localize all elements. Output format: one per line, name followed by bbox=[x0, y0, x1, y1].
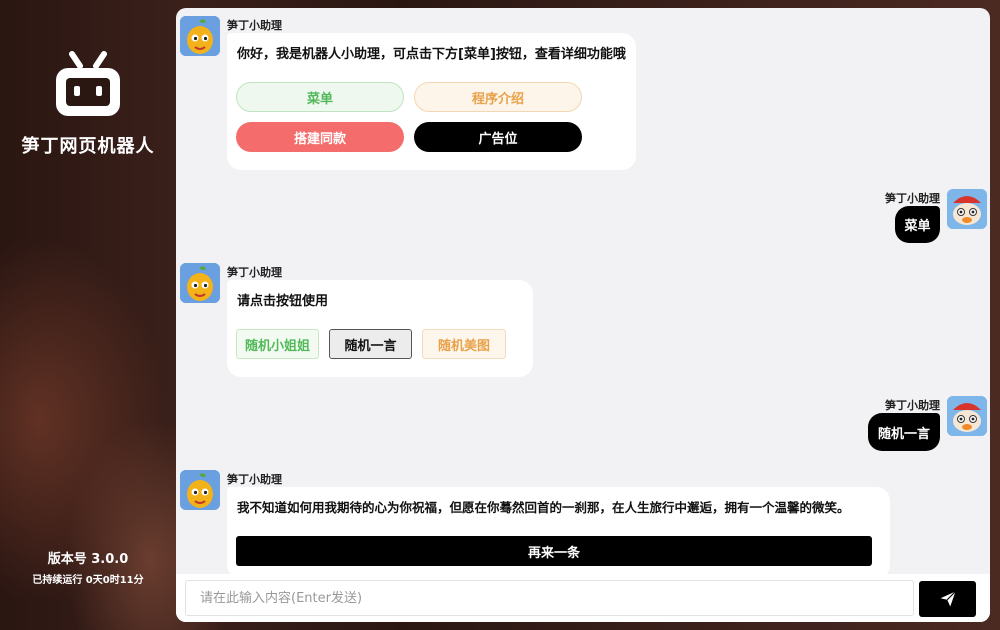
user-message-bubble: 菜单 bbox=[895, 206, 940, 243]
uptime-label: 已持续运行 0天0时11分 bbox=[32, 575, 144, 586]
bot-avatar-icon bbox=[180, 16, 220, 56]
sidebar: 笋丁网页机器人 版本号 3.0.0 已持续运行 0天0时11分 bbox=[0, 0, 176, 630]
user-name: 笋丁小助理 bbox=[885, 399, 940, 412]
app-name: 笋丁网页机器人 bbox=[21, 136, 155, 157]
random-girl-button[interactable]: 随机小姐姐 bbox=[236, 329, 319, 359]
next-quote-button[interactable]: 再来一条 bbox=[236, 536, 872, 566]
version-label: 版本号 3.0.0 bbox=[47, 552, 129, 567]
message-list[interactable]: 笋丁小助理 你好，我是机器人小助理，可点击下方[菜单]按钮，查看详细功能哦 菜单… bbox=[176, 8, 990, 579]
bot-message-bubble: 请点击按钮使用 随机小姐姐 随机一言 随机美图 bbox=[227, 280, 533, 377]
send-button[interactable] bbox=[919, 581, 976, 617]
send-icon bbox=[940, 591, 956, 607]
input-bar bbox=[176, 574, 990, 622]
message-text: 我不知道如何用我期待的心为你祝福，但愿在你蓦然回首的一刹那，在人生旅行中邂逅，拥… bbox=[237, 500, 850, 515]
bot-avatar-icon bbox=[180, 263, 220, 303]
sender-name: 笋丁小助理 bbox=[227, 266, 282, 279]
message-input[interactable] bbox=[185, 580, 914, 616]
user-avatar bbox=[947, 189, 987, 229]
robot-tv-icon bbox=[56, 51, 120, 116]
user-avatar-icon bbox=[947, 396, 987, 436]
user-message-bubble: 随机一言 bbox=[868, 413, 940, 451]
sender-name: 笋丁小助理 bbox=[227, 473, 282, 486]
random-quote-button[interactable]: 随机一言 bbox=[329, 329, 412, 359]
random-image-button[interactable]: 随机美图 bbox=[422, 329, 506, 359]
user-name: 笋丁小助理 bbox=[885, 192, 940, 205]
message-text: 你好，我是机器人小助理，可点击下方[菜单]按钮，查看详细功能哦 bbox=[237, 47, 626, 62]
bot-avatar-icon bbox=[180, 470, 220, 510]
chat-panel: 笋丁小助理 你好，我是机器人小助理，可点击下方[菜单]按钮，查看详细功能哦 菜单… bbox=[176, 8, 990, 622]
bot-avatar bbox=[180, 263, 220, 303]
user-avatar bbox=[947, 396, 987, 436]
build-same-button[interactable]: 搭建同款 bbox=[236, 122, 404, 152]
ad-slot-button[interactable]: 广告位 bbox=[414, 122, 582, 152]
user-avatar-icon bbox=[947, 189, 987, 229]
sidebar-footer: 版本号 3.0.0 已持续运行 0天0时11分 bbox=[0, 548, 176, 586]
sender-name: 笋丁小助理 bbox=[227, 19, 282, 32]
program-intro-button[interactable]: 程序介绍 bbox=[414, 82, 582, 112]
menu-button[interactable]: 菜单 bbox=[236, 82, 404, 112]
bot-avatar bbox=[180, 470, 220, 510]
bot-message-bubble: 我不知道如何用我期待的心为你祝福，但愿在你蓦然回首的一刹那，在人生旅行中邂逅，拥… bbox=[227, 487, 890, 579]
message-text: 请点击按钮使用 bbox=[237, 294, 329, 309]
bot-avatar bbox=[180, 16, 220, 56]
bot-message-bubble: 你好，我是机器人小助理，可点击下方[菜单]按钮，查看详细功能哦 菜单 程序介绍 … bbox=[227, 33, 636, 170]
